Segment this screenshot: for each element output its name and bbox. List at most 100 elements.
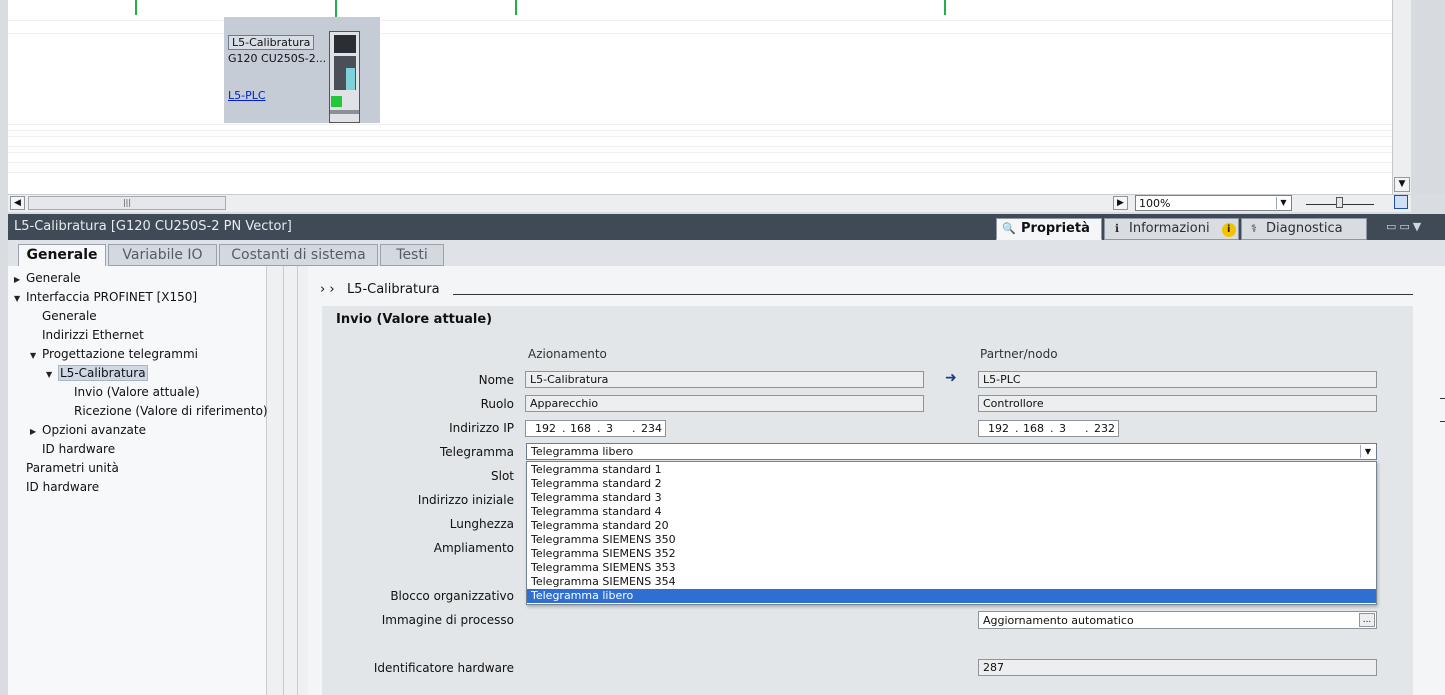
view-toolbar: ◀ ||| ▶ 100% ▼ — [8, 194, 1411, 212]
scroll-down-icon[interactable]: ▼ — [1394, 177, 1410, 192]
subtab-io-tags[interactable]: Variabile IO — [108, 244, 217, 266]
partner-name-field: L5-PLC — [978, 371, 1377, 388]
start-address-label: Indirizzo iniziale — [417, 493, 514, 507]
plc-link[interactable]: L5-PLC — [228, 89, 266, 102]
drive-column-header: Azionamento — [528, 347, 607, 361]
tree-item-interface-hardware-id[interactable]: ID hardware — [42, 441, 115, 458]
name-label: Nome — [478, 373, 514, 387]
horizontal-scroll-thumb[interactable]: ||| — [28, 196, 226, 210]
info-badge: i — [1221, 223, 1236, 237]
tab-properties[interactable]: 🔍 Proprietà — [996, 218, 1102, 240]
diagnostics-icon: ⚕ — [1251, 222, 1257, 235]
device-type-label: G120 CU250S-2... — [228, 52, 327, 65]
navigation-tree: ▶ Generale ▼ Interfaccia PROFINET [X150] G… — [8, 266, 268, 695]
subtab-texts[interactable]: Testi — [380, 244, 444, 266]
partner-role-field: Controllore — [978, 395, 1377, 412]
telegram-option-selected[interactable]: Telegramma libero — [527, 589, 1376, 603]
telegram-option[interactable]: Telegramma standard 2 — [527, 477, 1376, 491]
tree-item-ethernet-addresses[interactable]: Indirizzi Ethernet — [42, 327, 144, 344]
extension-label: Ampliamento — [433, 541, 514, 555]
telegram-option[interactable]: Telegramma standard 20 — [527, 519, 1376, 533]
network-bus-line — [515, 0, 517, 15]
tree-item-hardware-id[interactable]: ID hardware — [26, 479, 99, 496]
breadcrumb-divider — [453, 294, 1413, 295]
properties-content: › › L5-Calibratura Invio (Valore attuale… — [308, 266, 1445, 695]
device-view-canvas[interactable]: L5-Calibratura G120 CU250S-2... L5-PLC — [8, 0, 1392, 194]
breadcrumb: › › L5-Calibratura — [320, 282, 440, 297]
ip-label: Indirizzo IP — [449, 421, 514, 435]
tree-collapse-icon[interactable]: ▼ — [46, 366, 58, 383]
tab-diagnostics[interactable]: ⚕ Diagnostica — [1241, 218, 1367, 240]
zoom-slider[interactable] — [1306, 195, 1376, 211]
telegram-select[interactable]: Telegramma libero ▼ — [526, 443, 1377, 460]
device-card[interactable]: L5-Calibratura G120 CU250S-2... L5-PLC — [224, 17, 380, 123]
subtab-general[interactable]: Generale — [18, 244, 106, 266]
subtab-bar: Generale Variabile IO Costanti di sistem… — [8, 240, 1445, 266]
fit-to-view-icon[interactable] — [1394, 195, 1408, 209]
network-bus-line — [944, 0, 946, 15]
inspector-header: L5-Calibratura [G120 CU250S-2 PN Vector]… — [8, 214, 1445, 240]
tree-collapse-icon[interactable]: ▼ — [30, 347, 42, 364]
info-icon: ℹ — [1114, 222, 1120, 235]
tree-item-advanced-options[interactable]: ▶ Opzioni avanzate — [30, 422, 146, 439]
more-options-button[interactable]: ... — [1359, 613, 1375, 627]
properties-icon: 🔍 — [1002, 222, 1016, 235]
tree-item-l5-calibratura[interactable]: ▼ L5-Calibratura — [46, 365, 148, 382]
tree-expand-icon[interactable]: ▶ — [14, 271, 26, 288]
tree-item-general[interactable]: ▶ Generale — [14, 270, 81, 287]
zoom-select[interactable]: 100% ▼ — [1135, 195, 1292, 211]
section-title: Invio (Valore attuale) — [336, 312, 493, 327]
network-bus-line — [135, 0, 137, 15]
tree-expand-icon[interactable]: ▶ — [30, 423, 42, 440]
tree-item-receive[interactable]: Ricezione (Valore di riferimento) — [74, 403, 268, 420]
zoom-value: 100% — [1139, 197, 1171, 210]
process-image-label: Immagine di processo — [381, 613, 514, 627]
tree-collapse-icon[interactable]: ▼ — [14, 290, 26, 307]
tree-item-interface-general[interactable]: Generale — [42, 308, 97, 325]
breadcrumb-current: L5-Calibratura — [346, 282, 440, 297]
telegram-option[interactable]: Telegramma standard 4 — [527, 505, 1376, 519]
task-card-strip — [1411, 0, 1445, 194]
subtab-system-constants[interactable]: Costanti di sistema — [219, 244, 378, 266]
telegram-dropdown-list[interactable]: Telegramma standard 1 Telegramma standar… — [526, 461, 1377, 605]
partner-column-header: Partner/nodo — [980, 347, 1058, 361]
process-image-value: Aggiornamento automatico — [983, 614, 1134, 627]
role-label: Ruolo — [480, 397, 514, 411]
tree-item-telegram-configuration[interactable]: ▼ Progettazione telegrammi — [30, 346, 198, 363]
window-controls-icon[interactable]: ▭▭▼ — [1386, 220, 1424, 233]
send-section: Invio (Valore attuale) Azionamento Partn… — [322, 306, 1413, 695]
nav-splitter[interactable] — [267, 266, 308, 695]
chevron-down-icon[interactable]: ▼ — [1276, 197, 1290, 209]
tree-item-unit-parameters[interactable]: Parametri unità — [26, 460, 119, 477]
drive-name-field: L5-Calibratura — [525, 371, 924, 388]
telegram-option[interactable]: Telegramma SIEMENS 354 — [527, 575, 1376, 589]
tree-item-profinet-interface[interactable]: ▼ Interfaccia PROFINET [X150] — [14, 289, 197, 306]
breadcrumb-arrows: › › — [320, 282, 335, 297]
zoom-slider-handle[interactable] — [1336, 197, 1343, 208]
telegram-option[interactable]: Telegramma SIEMENS 350 — [527, 533, 1376, 547]
drive-device-icon[interactable] — [329, 31, 360, 123]
telegram-option[interactable]: Telegramma standard 1 — [527, 463, 1376, 477]
organization-block-label: Blocco organizzativo — [390, 589, 514, 603]
length-label: Lunghezza — [449, 517, 514, 531]
telegram-option[interactable]: Telegramma standard 3 — [527, 491, 1376, 505]
chevron-down-icon[interactable]: ▼ — [1360, 445, 1375, 458]
tree-item-send[interactable]: Invio (Valore attuale) — [74, 384, 200, 401]
telegram-option[interactable]: Telegramma SIEMENS 353 — [527, 561, 1376, 575]
device-name-label[interactable]: L5-Calibratura — [228, 35, 315, 50]
hardware-id-label: Identificatore hardware — [373, 661, 514, 675]
hardware-id-field: 287 — [978, 659, 1377, 676]
partner-ip-field: 192. 168. 3. 232 — [978, 420, 1119, 437]
tab-information[interactable]: ℹ Informazioni i — [1104, 218, 1239, 240]
scroll-left-icon[interactable]: ◀ — [10, 196, 25, 210]
slot-label: Slot — [491, 469, 514, 483]
inspector-title: L5-Calibratura [G120 CU250S-2 PN Vector] — [14, 219, 292, 234]
scroll-right-icon[interactable]: ▶ — [1113, 196, 1128, 210]
status-led-icon — [331, 96, 342, 107]
arrow-right-icon: ➜ — [945, 370, 957, 386]
telegram-option[interactable]: Telegramma SIEMENS 352 — [527, 547, 1376, 561]
drive-ip-field: 192. 168. 3. 234 — [525, 420, 666, 437]
vertical-scrollbar[interactable]: ▼ — [1392, 0, 1411, 194]
drive-role-field: Apparecchio — [525, 395, 924, 412]
process-image-select[interactable]: Aggiornamento automatico ... — [978, 611, 1377, 629]
